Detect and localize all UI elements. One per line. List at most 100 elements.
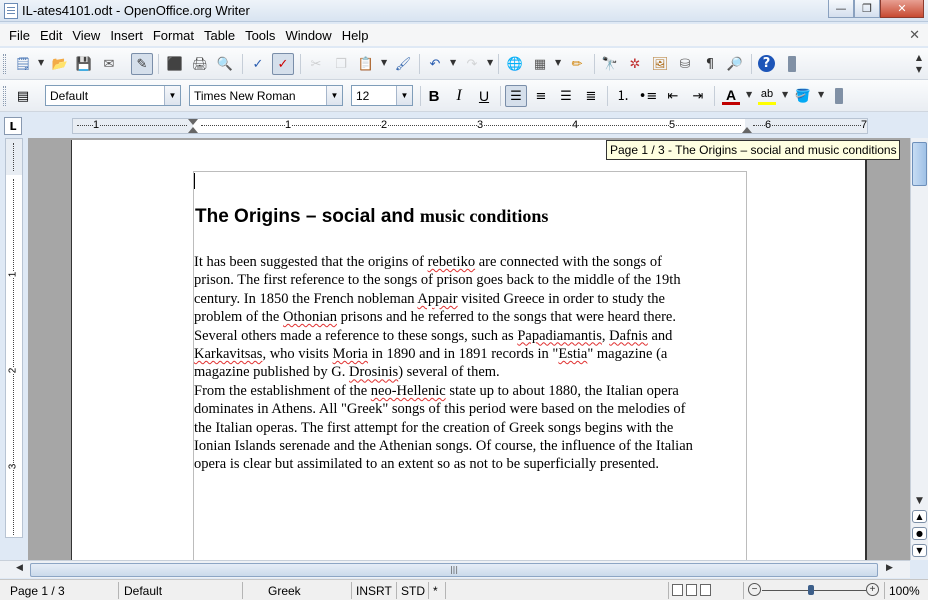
paragraph-style-select[interactable]: Default ▼: [45, 85, 181, 106]
page-preview-icon[interactable]: 🔍: [216, 55, 234, 73]
menu-insert[interactable]: Insert: [105, 28, 148, 43]
chevron-down-icon[interactable]: ▼: [818, 90, 824, 99]
redo-icon[interactable]: ↷: [463, 55, 481, 73]
misspelled-word[interactable]: rebetiko: [428, 254, 476, 270]
scroll-right-icon[interactable]: ▶: [886, 563, 893, 573]
toolbar-grip[interactable]: [3, 86, 6, 106]
justify-icon[interactable]: ≣: [582, 87, 600, 105]
menu-table[interactable]: Table: [199, 28, 240, 43]
formatting-marks-icon[interactable]: ¶: [701, 55, 719, 73]
zoom-icon[interactable]: 🔎: [726, 55, 744, 73]
document-page[interactable]: The Origins – social and music condition…: [71, 140, 867, 571]
chevron-down-icon[interactable]: ▼: [164, 86, 180, 105]
misspelled-word[interactable]: neo-Hellenic: [371, 383, 446, 399]
page-style[interactable]: Default: [124, 584, 162, 598]
numbering-icon[interactable]: ⒈: [614, 87, 632, 105]
page-indicator[interactable]: Page 1 / 3: [10, 584, 65, 598]
misspelled-word[interactable]: Papadiamantis: [517, 328, 602, 344]
document-modified[interactable]: *: [433, 584, 438, 598]
misspelled-word[interactable]: Estia: [558, 346, 587, 362]
zoom-slider-knob[interactable]: [808, 585, 814, 595]
menu-format[interactable]: Format: [148, 28, 199, 43]
chevron-down-icon[interactable]: ▼: [555, 58, 561, 67]
chevron-down-icon[interactable]: ▼: [381, 58, 387, 67]
clone-formatting-icon[interactable]: 🖌: [394, 55, 412, 73]
zoom-slider[interactable]: [762, 585, 866, 595]
document-body[interactable]: It has been suggested that the origins o…: [194, 253, 750, 474]
help-icon[interactable]: ?: [758, 55, 775, 72]
scroll-down-icon[interactable]: ▼: [912, 494, 927, 507]
menu-tools[interactable]: Tools: [240, 28, 280, 43]
edit-file-icon[interactable]: ✎: [131, 53, 153, 75]
auto-spellcheck-icon[interactable]: ✓: [272, 53, 294, 75]
language-indicator[interactable]: Greek: [268, 584, 301, 598]
chevron-down-icon[interactable]: ▼: [746, 90, 752, 99]
styles-formatting-icon[interactable]: ▤: [14, 87, 32, 105]
chevron-down-icon[interactable]: ▼: [38, 58, 44, 67]
cut-icon[interactable]: ✂: [307, 55, 325, 73]
misspelled-word[interactable]: Moria: [333, 346, 368, 362]
left-indent-handle[interactable]: [188, 127, 198, 133]
save-icon[interactable]: 💾: [75, 55, 93, 73]
chevron-down-icon[interactable]: ▼: [326, 86, 342, 105]
menu-edit[interactable]: Edit: [35, 28, 67, 43]
italic-button[interactable]: I: [450, 87, 468, 105]
first-line-indent-handle[interactable]: [188, 119, 198, 125]
scrollbar-thumb[interactable]: |||: [30, 563, 878, 577]
copy-icon[interactable]: ❐: [332, 55, 350, 73]
toolbar-overflow-icon[interactable]: ▲ ▼: [914, 52, 924, 76]
paste-icon[interactable]: 📋: [357, 55, 375, 73]
vertical-scrollbar[interactable]: ▼ ▲ ● ▼: [910, 138, 928, 560]
hyperlink-icon[interactable]: 🌐: [506, 55, 524, 73]
vertical-ruler[interactable]: 1 2 3: [5, 138, 23, 538]
right-indent-handle[interactable]: [742, 127, 752, 133]
chevron-down-icon[interactable]: ▼: [782, 90, 788, 99]
misspelled-word[interactable]: Drosinis: [349, 364, 398, 380]
chevron-down-icon[interactable]: ▼: [396, 86, 412, 105]
zoom-out-icon[interactable]: −: [748, 583, 761, 596]
book-view-icon[interactable]: [700, 584, 711, 596]
font-name-select[interactable]: Times New Roman ▼: [189, 85, 343, 106]
table-icon[interactable]: ▦: [531, 55, 549, 73]
send-email-icon[interactable]: ✉: [100, 55, 118, 73]
tab-type-selector[interactable]: L: [4, 117, 22, 135]
align-right-icon[interactable]: ☰: [557, 87, 575, 105]
chevron-down-icon[interactable]: ▼: [450, 58, 456, 67]
chevron-down-icon[interactable]: ▼: [487, 58, 493, 67]
undo-icon[interactable]: ↶: [426, 55, 444, 73]
bullets-icon[interactable]: •≡: [639, 87, 658, 105]
increase-indent-icon[interactable]: ⇥: [689, 87, 707, 105]
next-page-icon[interactable]: ▼: [912, 544, 927, 557]
previous-page-icon[interactable]: ▲: [912, 510, 927, 523]
menu-view[interactable]: View: [67, 28, 105, 43]
insert-mode[interactable]: INSRT: [356, 584, 392, 598]
toolbar-grip[interactable]: [3, 54, 6, 74]
align-left-icon[interactable]: ☰: [505, 85, 527, 107]
multi-page-view-icon[interactable]: [686, 584, 697, 596]
menu-file[interactable]: File: [4, 28, 35, 43]
misspelled-word[interactable]: Karkavitsas: [194, 346, 262, 362]
new-document-icon[interactable]: 🗒: [14, 55, 32, 73]
document-area[interactable]: The Origins – social and music condition…: [28, 138, 910, 571]
menu-help[interactable]: Help: [337, 28, 374, 43]
background-color-icon[interactable]: 🪣: [794, 87, 812, 105]
data-sources-icon[interactable]: ⛁: [676, 55, 694, 73]
misspelled-word[interactable]: Dafnis: [609, 328, 648, 344]
font-size-select[interactable]: 12 ▼: [351, 85, 413, 106]
scrollbar-thumb[interactable]: [912, 142, 927, 186]
underline-button[interactable]: U: [475, 87, 493, 105]
navigation-icon[interactable]: ●: [912, 527, 927, 540]
spellcheck-icon[interactable]: ✓: [249, 55, 267, 73]
gallery-icon[interactable]: 🖼: [651, 55, 669, 73]
find-replace-icon[interactable]: 🔭: [601, 55, 619, 73]
maximize-button[interactable]: ❐: [854, 0, 880, 18]
close-document-icon[interactable]: ✕: [909, 27, 920, 43]
document-heading[interactable]: The Origins – social and music condition…: [195, 206, 755, 228]
single-page-view-icon[interactable]: [672, 584, 683, 596]
close-window-button[interactable]: ✕: [880, 0, 924, 18]
scroll-left-icon[interactable]: ◀: [16, 563, 23, 573]
highlighting-icon[interactable]: ab: [758, 87, 776, 105]
bold-button[interactable]: B: [425, 87, 443, 105]
zoom-level[interactable]: 100%: [889, 584, 920, 598]
zoom-in-icon[interactable]: +: [866, 583, 879, 596]
